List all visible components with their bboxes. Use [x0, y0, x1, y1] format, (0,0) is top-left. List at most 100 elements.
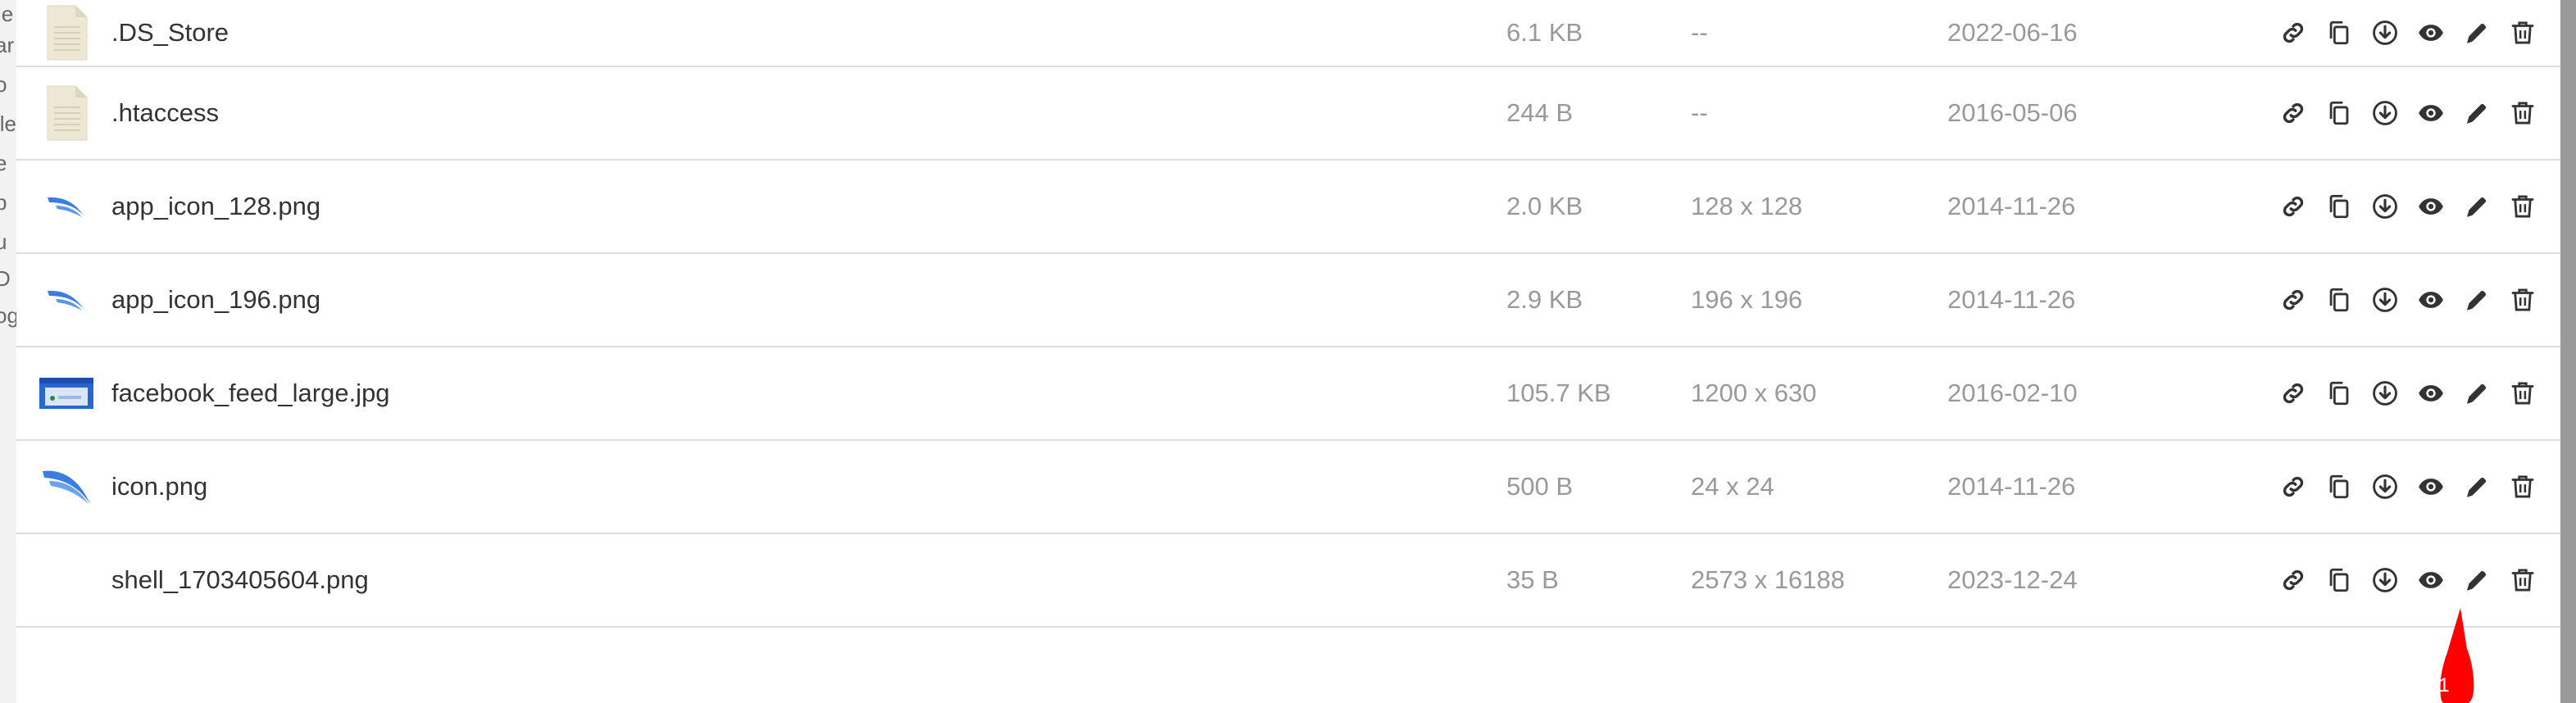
table-row[interactable]: icon.png 500 B 24 x 24 2014-11-26 [16, 441, 2560, 534]
trash-icon[interactable] [2508, 192, 2537, 221]
file-name[interactable]: .htaccess [111, 98, 219, 128]
download-icon[interactable] [2370, 285, 2400, 315]
link-icon[interactable] [2278, 285, 2308, 315]
row-actions [2278, 192, 2537, 221]
copy-icon[interactable] [2324, 565, 2354, 595]
background-text-fragment: og [0, 303, 16, 328]
pencil-icon[interactable] [2462, 98, 2492, 128]
pencil-icon[interactable] [2462, 472, 2492, 501]
image-thumbnail [38, 178, 95, 235]
file-dimensions: -- [1691, 18, 1708, 47]
copy-icon[interactable] [2324, 472, 2354, 501]
row-actions [2278, 285, 2537, 315]
row-actions [2278, 472, 2537, 501]
file-date: 2022-06-16 [1947, 18, 2078, 47]
file-name[interactable]: icon.png [111, 472, 207, 501]
pencil-icon[interactable] [2462, 379, 2492, 408]
table-row[interactable]: app_icon_128.png 2.0 KB 128 x 128 2014-11-2… [16, 161, 2560, 254]
document-thumbnail-icon [38, 4, 95, 61]
file-name[interactable]: shell_1703405604.png [111, 565, 369, 595]
file-size: 244 B [1506, 98, 1574, 127]
background-text-fragment: ar [0, 33, 15, 57]
trash-icon[interactable] [2508, 379, 2537, 408]
file-size: 105.7 KB [1506, 379, 1611, 407]
file-size: 2.0 KB [1506, 192, 1583, 220]
copy-icon[interactable] [2324, 285, 2354, 315]
file-name[interactable]: app_icon_196.png [111, 285, 320, 315]
file-dimensions: 24 x 24 [1691, 472, 1774, 501]
empty-thumbnail [38, 551, 95, 609]
background-text-fragment: o [0, 72, 7, 97]
link-icon[interactable] [2278, 565, 2308, 595]
copy-icon[interactable] [2324, 379, 2354, 408]
download-icon[interactable] [2370, 565, 2400, 595]
eye-icon[interactable] [2416, 192, 2446, 221]
file-size: 35 B [1506, 565, 1559, 594]
background-text-fragment: u [0, 229, 7, 254]
download-icon[interactable] [2370, 379, 2400, 408]
background-page-edge: le ar o ile epuDog [0, 0, 16, 703]
file-date: 2014-11-26 [1947, 285, 2076, 314]
table-row[interactable]: shell_1703405604.png 35 B 2573 x 16188 2023… [16, 534, 2560, 628]
eye-icon[interactable] [2416, 285, 2446, 315]
eye-icon[interactable] [2416, 472, 2446, 501]
download-icon[interactable] [2370, 18, 2400, 48]
file-size: 6.1 KB [1506, 18, 1583, 47]
file-date: 2014-11-26 [1947, 472, 2076, 501]
screen: le ar o ile epuDog .DS_Store 6.1 KB -- 2022-06-… [0, 0, 2576, 703]
file-date: 2016-02-10 [1947, 379, 2078, 407]
pencil-icon[interactable] [2462, 192, 2492, 221]
trash-icon[interactable] [2508, 565, 2537, 595]
pencil-icon[interactable] [2462, 18, 2492, 48]
link-icon[interactable] [2278, 98, 2308, 128]
file-name[interactable]: facebook_feed_large.jpg [111, 379, 390, 408]
trash-icon[interactable] [2508, 472, 2537, 501]
table-row[interactable]: .DS_Store 6.1 KB -- 2022-06-16 [16, 0, 2560, 67]
download-icon[interactable] [2370, 192, 2400, 221]
table-row[interactable]: .htaccess 244 B -- 2016-05-06 [16, 67, 2560, 161]
file-date: 2016-05-06 [1947, 98, 2078, 127]
file-dimensions: 1200 x 630 [1691, 379, 1817, 407]
file-date: 2014-11-26 [1947, 192, 2076, 220]
file-table: .DS_Store 6.1 KB -- 2022-06-16 .htaccess 244 … [16, 0, 2560, 628]
background-text-fragment: ile [0, 111, 16, 136]
trash-icon[interactable] [2508, 18, 2537, 48]
pencil-icon[interactable] [2462, 285, 2492, 315]
row-actions [2278, 98, 2537, 128]
annotation-label: 1 [2438, 674, 2450, 696]
file-name[interactable]: app_icon_128.png [111, 192, 320, 221]
table-row[interactable]: app_icon_196.png 2.9 KB 196 x 196 2014-11-2… [16, 254, 2560, 347]
trash-icon[interactable] [2508, 285, 2537, 315]
pencil-icon[interactable] [2462, 565, 2492, 595]
file-dimensions: 196 x 196 [1691, 285, 1803, 314]
link-icon[interactable] [2278, 192, 2308, 221]
eye-icon[interactable] [2416, 565, 2446, 595]
link-icon[interactable] [2278, 472, 2308, 501]
table-row[interactable]: facebook_feed_large.jpg 105.7 KB 1200 x 63… [16, 347, 2560, 441]
row-actions [2278, 379, 2537, 408]
row-actions [2278, 18, 2537, 48]
eye-icon[interactable] [2416, 98, 2446, 128]
image-thumbnail [38, 458, 95, 515]
eye-icon[interactable] [2416, 379, 2446, 408]
copy-icon[interactable] [2324, 98, 2354, 128]
link-icon[interactable] [2278, 379, 2308, 408]
file-dimensions: -- [1691, 98, 1708, 127]
background-text-fragment: e [0, 151, 7, 175]
file-dimensions: 128 x 128 [1691, 192, 1803, 220]
copy-icon[interactable] [2324, 18, 2354, 48]
background-text-fragment: le [0, 2, 14, 26]
copy-icon[interactable] [2324, 192, 2354, 221]
file-browser-panel: .DS_Store 6.1 KB -- 2022-06-16 .htaccess 244 … [16, 0, 2560, 703]
link-icon[interactable] [2278, 18, 2308, 48]
document-thumbnail-icon [38, 84, 95, 142]
file-name[interactable]: .DS_Store [111, 18, 229, 48]
eye-icon[interactable] [2416, 18, 2446, 48]
image-thumbnail [38, 365, 95, 422]
trash-icon[interactable] [2508, 98, 2537, 128]
file-size: 2.9 KB [1506, 285, 1583, 314]
download-icon[interactable] [2370, 472, 2400, 501]
row-actions [2278, 565, 2537, 595]
file-date: 2023-12-24 [1947, 565, 2078, 594]
download-icon[interactable] [2370, 98, 2400, 128]
